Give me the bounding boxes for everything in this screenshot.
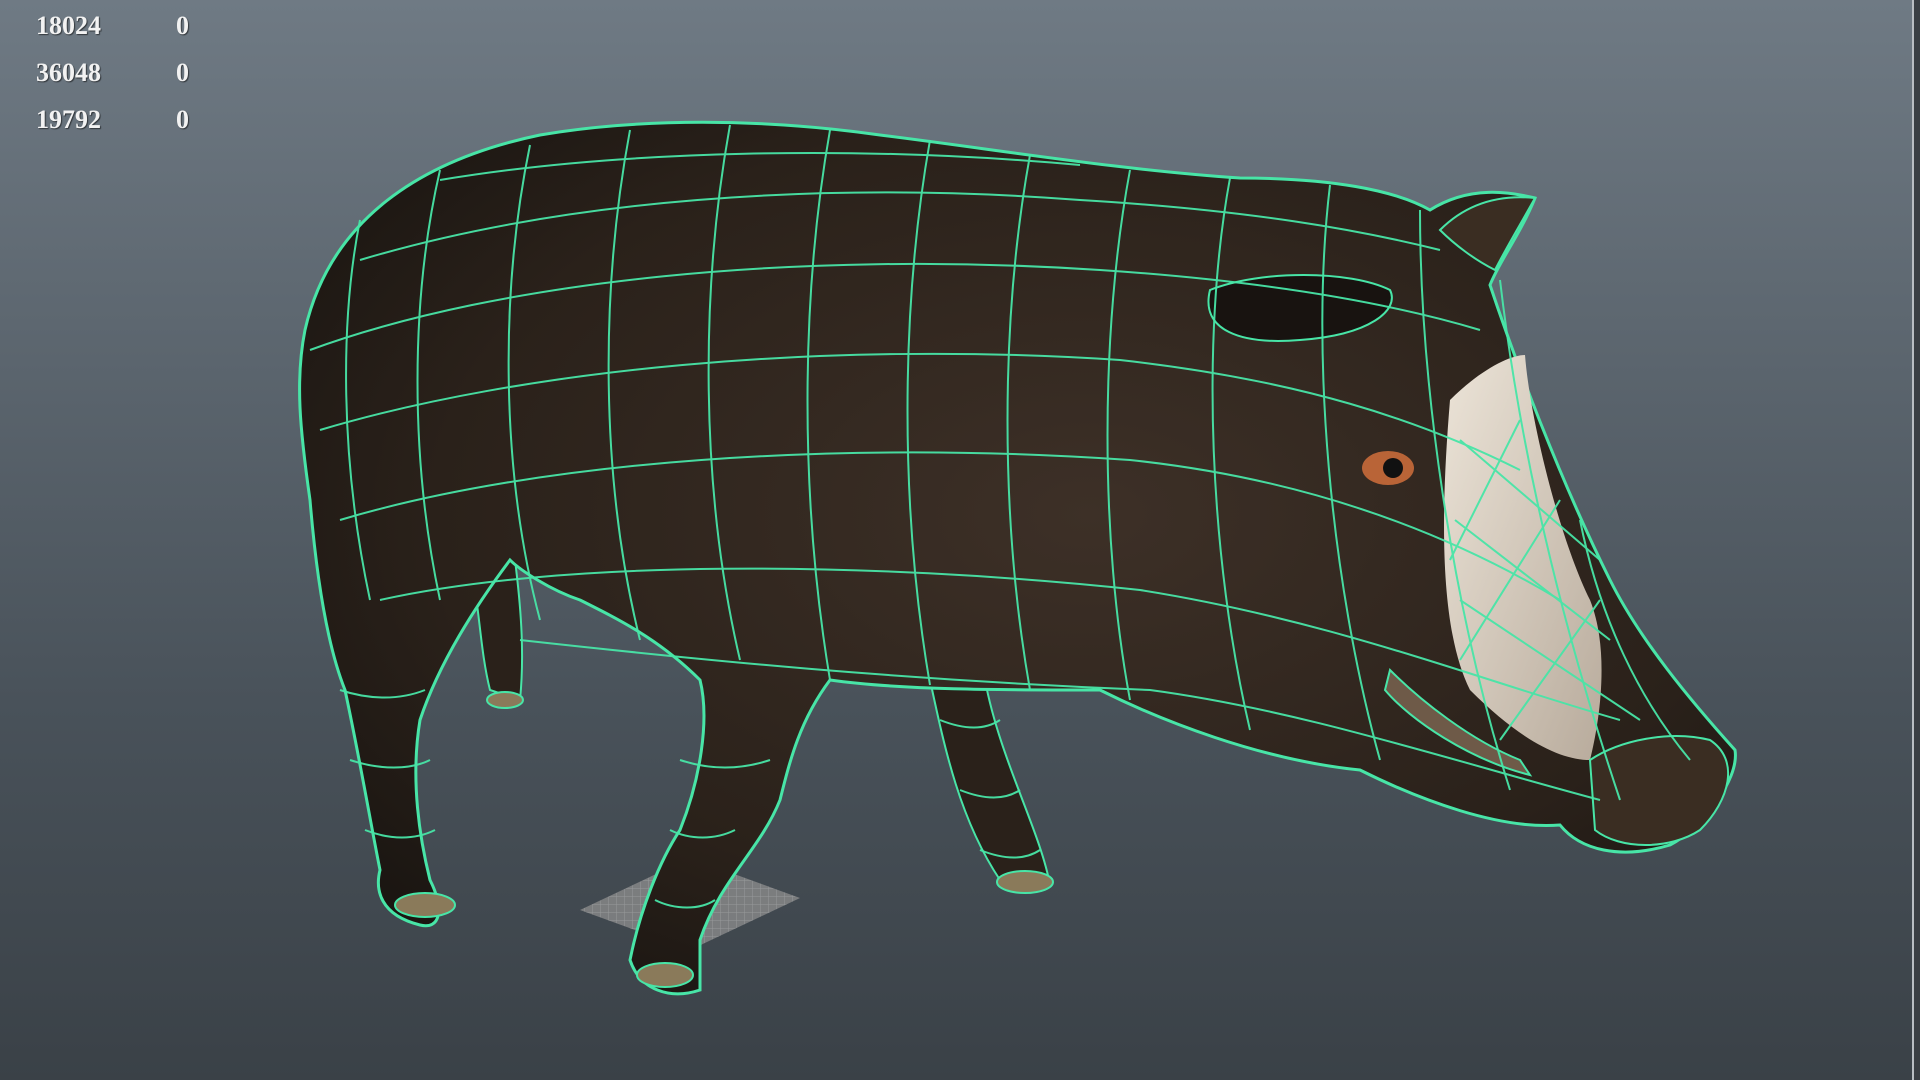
3d-viewport[interactable]: 18024 0 36048 0 19792 0 [0, 0, 1920, 1080]
hud-selected: 0 [176, 104, 189, 134]
snout-tip [1588, 735, 1729, 846]
hud-selected: 0 [176, 57, 189, 87]
pupil [1383, 458, 1403, 478]
hud-row: 36048 0 [36, 49, 236, 96]
hud-count: 19792 [36, 104, 101, 134]
heads-up-display: 18024 0 36048 0 19792 0 [36, 2, 236, 143]
hud-row: 19792 0 [36, 96, 236, 143]
hud-count: 18024 [36, 10, 101, 40]
hud-row: 18024 0 [36, 2, 236, 49]
viewport-border [1912, 0, 1920, 1080]
hud-selected: 0 [176, 10, 189, 40]
boar-model[interactable] [0, 0, 1920, 1080]
hud-count: 36048 [36, 57, 101, 87]
